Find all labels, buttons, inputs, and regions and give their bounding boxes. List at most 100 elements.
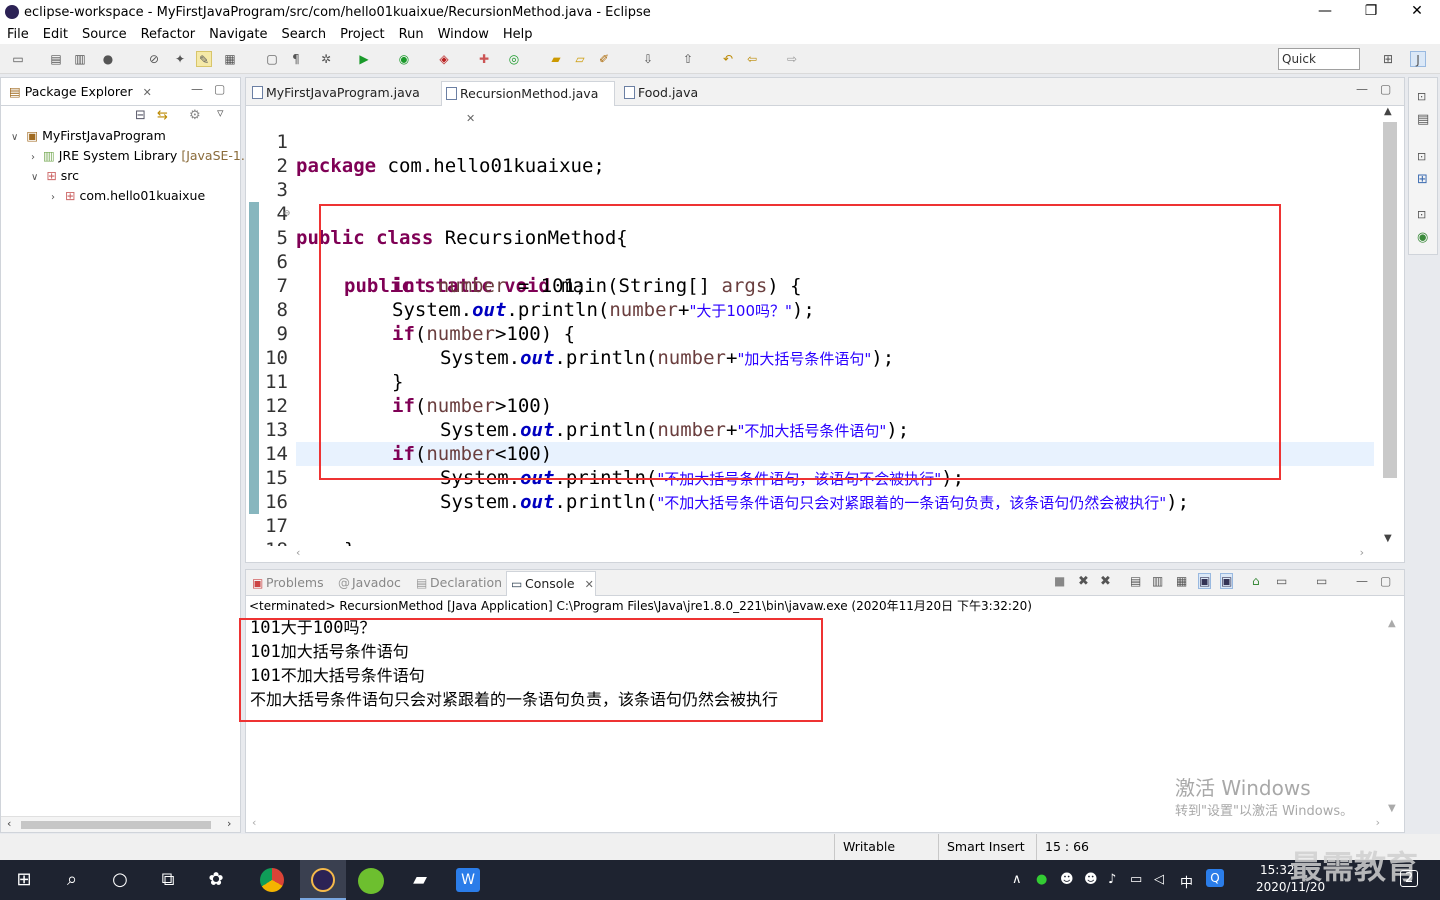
display-console-icon[interactable]: ▭ [1276,574,1287,588]
watermelon-icon[interactable] [358,868,384,894]
input-method-icon[interactable]: Q [1206,869,1224,887]
block-selection-icon[interactable]: ▢ [264,51,280,67]
open-type-icon[interactable]: ✦ [172,51,188,67]
scroll-lock-icon[interactable]: ▥ [1152,574,1163,588]
show-whitespace-icon[interactable]: ¶ [288,51,304,67]
debug-icon[interactable]: ✲ [318,51,334,67]
restore-icon[interactable]: ⊡ [1417,208,1426,221]
scroll-up-icon[interactable]: ▲ [1388,618,1396,629]
menu-refactor[interactable]: Refactor [141,27,196,42]
network-icon[interactable]: ▭ [1130,872,1142,887]
minimize-view-icon[interactable]: — [191,82,203,96]
maximize-view-icon[interactable]: ▢ [1380,574,1391,588]
word-icon[interactable]: W [456,868,480,892]
scroll-left-icon[interactable]: ‹ [252,816,256,829]
menu-help[interactable]: Help [503,27,533,42]
search-tool-icon[interactable]: ✐ [596,51,612,67]
last-edit-icon[interactable]: ↶ [720,51,736,67]
restore-icon[interactable]: ⊡ [1417,150,1426,163]
new-class-icon[interactable]: ◎ [506,51,522,67]
task-list-icon[interactable]: ▤ [1417,112,1429,127]
highlight-icon[interactable]: ✎ [196,51,212,67]
maximize-view-icon[interactable]: ▢ [214,82,225,96]
vertical-scrollbar[interactable]: ▲ ▼ [1376,106,1404,546]
profile-icon[interactable]: ● [100,51,116,67]
chrome-icon[interactable] [260,868,284,892]
coverage-icon[interactable]: ◉ [396,51,412,67]
volume-icon[interactable]: ◁ [1154,872,1164,887]
task-view-icon[interactable]: ⧉ [156,868,180,892]
new-java-project-icon[interactable]: ✚ [476,51,492,67]
view-menu-icon[interactable]: ▿ [217,106,224,121]
menu-source[interactable]: Source [82,27,127,42]
scrollbar-thumb[interactable] [21,821,211,829]
ime-indicator[interactable]: 中 [1180,872,1193,891]
filter-icon[interactable]: ⚙ [189,108,201,123]
menu-navigate[interactable]: Navigate [209,27,267,42]
vertical-scrollbar[interactable]: ▲ ▼ [1384,616,1404,816]
tab-food[interactable]: Food.java [620,81,704,106]
cortana-icon[interactable]: ○ [108,868,132,892]
notification-bell-icon[interactable]: ♪ [1108,872,1116,887]
link-editor-icon[interactable]: ⇆ [157,108,168,123]
menu-edit[interactable]: Edit [43,27,68,42]
menu-run[interactable]: Run [399,27,424,42]
app-pinwheel-icon[interactable]: ✿ [204,868,228,892]
tree-item-src[interactable]: ∨ ⊞ src [31,166,79,186]
tab-declaration[interactable]: ▤ Declaration [412,571,504,596]
tree-item-package[interactable]: › ⊞ com.hello01kuaixue [51,186,205,206]
save-icon[interactable]: ▤ [48,51,64,67]
forward-icon[interactable]: ⇨ [784,51,800,67]
tree-item-project[interactable]: ∨ ▣ MyFirstJavaProgram [11,126,166,146]
scroll-up-icon[interactable]: ▲ [1384,106,1392,117]
minimize-view-icon[interactable]: — [1356,574,1368,588]
save-all-icon[interactable]: ▥ [72,51,88,67]
tab-javadoc[interactable]: @ Javadoc [334,571,410,596]
tab-recursionmethod[interactable]: RecursionMethod.java ✕ [441,81,615,125]
horizontal-scrollbar[interactable]: ‹ › [1,816,240,832]
show-stderr-icon[interactable]: ▣ [1220,573,1234,589]
remove-launch-icon[interactable]: ✖ [1078,574,1089,589]
prev-annotation-icon[interactable]: ⇧ [680,51,696,67]
fold-icon[interactable]: ⊖ [284,202,290,226]
scroll-down-icon[interactable]: ▼ [1388,803,1396,814]
horizontal-scrollbar[interactable]: ‹ › [246,816,1404,832]
open-folder-icon[interactable]: ▰ [548,51,564,67]
scroll-right-icon[interactable]: › [227,817,231,830]
menu-search[interactable]: Search [281,27,326,42]
back-icon[interactable]: ⇦ [744,51,760,67]
console-output[interactable]: 101大于100吗？ 101加大括号条件语句 101不加大括号条件语句 不加大括… [239,616,1404,819]
scrollbar-thumb[interactable] [1383,122,1397,478]
word-wrap-icon[interactable]: ▦ [1176,574,1187,588]
scroll-left-icon[interactable]: ‹ [7,817,11,830]
open-resource-icon[interactable]: ▱ [572,51,588,67]
skip-breakpoints-icon[interactable]: ⊘ [146,51,162,67]
show-stdout-icon[interactable]: ▣ [1198,573,1212,589]
horizontal-scrollbar[interactable]: ‹ › [246,546,1404,562]
package-explorer-tab[interactable]: ▤ Package Explorer ✕ [9,84,152,99]
action-center-icon[interactable]: 2 [1400,870,1419,887]
restore-icon[interactable]: ⊡ [1417,90,1426,103]
external-tools-icon[interactable]: ◈ [436,51,452,67]
collapse-all-icon[interactable]: ⊟ [135,108,146,123]
scroll-down-icon[interactable]: ▼ [1384,533,1392,544]
terminate-icon[interactable]: ■ [1054,574,1065,588]
scroll-right-icon[interactable]: › [1376,816,1380,829]
maximize-button[interactable]: ❐ [1348,0,1394,24]
minimize-view-icon[interactable]: — [1356,82,1368,96]
toggle-mark-icon[interactable]: ▦ [222,51,238,67]
code-area[interactable]: 1 package com.hello01kuaixue; 2 3 4 publ… [246,106,1404,546]
tab-myfirstjavaprogram[interactable]: MyFirstJavaProgram.java [248,81,436,106]
open-console-icon[interactable]: ▭ [1316,574,1327,588]
menu-project[interactable]: Project [340,27,384,42]
tab-problems[interactable]: ▣ Problems [248,571,332,596]
close-icon[interactable]: ✕ [143,86,152,99]
pin-console-icon[interactable]: ⌂ [1252,574,1260,588]
minimize-button[interactable]: — [1302,0,1348,24]
maximize-view-icon[interactable]: ▢ [1380,82,1391,96]
chevron-up-icon[interactable]: ∧ [1012,872,1022,887]
tab-console[interactable]: ▭ Console ✕ [506,571,596,596]
windows-start-icon[interactable]: ⊞ [12,868,36,892]
close-window-button[interactable]: ✕ [1394,0,1440,24]
debug-view-icon[interactable]: ◉ [1417,230,1428,245]
